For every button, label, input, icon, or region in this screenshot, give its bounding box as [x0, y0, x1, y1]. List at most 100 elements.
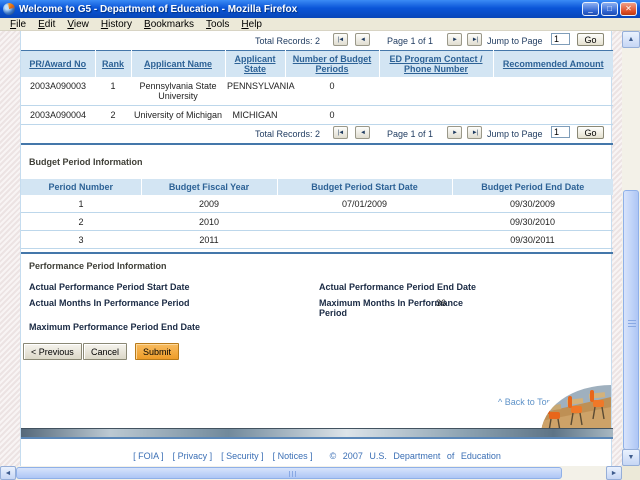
- cell-amount: [493, 106, 613, 125]
- cell-start: [277, 213, 452, 231]
- actual-months-label: Actual Months In Performance Period: [29, 298, 190, 308]
- col-period-number: Period Number: [21, 179, 141, 195]
- scroll-left-arrow-icon[interactable]: ◄: [0, 466, 16, 480]
- jump-to-page-input[interactable]: [551, 33, 570, 45]
- jump-to-page-label: Jump to Page: [487, 129, 543, 139]
- menu-history[interactable]: History: [95, 19, 138, 30]
- col-applicant-name[interactable]: Applicant Name: [131, 51, 225, 78]
- horizontal-scrollbar[interactable]: ◄ ►: [0, 466, 622, 480]
- first-page-button[interactable]: |◄: [333, 126, 348, 139]
- col-start-date: Budget Period Start Date: [277, 179, 452, 195]
- window-controls: _ □ ✕: [582, 2, 637, 16]
- go-button[interactable]: Go: [577, 126, 604, 139]
- first-page-button[interactable]: |◄: [333, 33, 348, 46]
- cell-periods: 0: [285, 77, 379, 106]
- menu-edit[interactable]: Edit: [32, 19, 61, 30]
- cell-year: 2009: [141, 195, 277, 213]
- scroll-down-arrow-icon[interactable]: ▼: [622, 449, 640, 466]
- submit-button[interactable]: Submit: [135, 343, 179, 360]
- col-rank[interactable]: Rank: [95, 51, 131, 78]
- cell-pr-award: 2003A090004: [21, 106, 95, 125]
- actual-end-date-label: Actual Performance Period End Date: [319, 282, 476, 292]
- horizontal-scroll-thumb[interactable]: [16, 467, 562, 479]
- col-pr-award-no[interactable]: PR/Award No: [21, 51, 95, 78]
- col-ed-contact[interactable]: ED Program Contact / Phone Number: [379, 51, 493, 78]
- cell-end: 09/30/2009: [452, 195, 613, 213]
- menu-file[interactable]: File: [4, 19, 32, 30]
- cell-end: 09/30/2010: [452, 213, 613, 231]
- cell-period: 3: [21, 231, 141, 249]
- previous-page-button[interactable]: ◄: [355, 33, 370, 46]
- vertical-scrollbar[interactable]: ▲ ▼: [622, 31, 640, 466]
- cell-state: MICHIGAN: [225, 106, 285, 125]
- menu-tools[interactable]: Tools: [200, 19, 235, 30]
- cell-start: 07/01/2009: [277, 195, 452, 213]
- table-row: 2 2010 09/30/2010: [21, 213, 613, 231]
- jump-to-page-input[interactable]: [551, 126, 570, 138]
- previous-button[interactable]: < Previous: [23, 343, 82, 360]
- cell-year: 2010: [141, 213, 277, 231]
- cell-periods: 0: [285, 106, 379, 125]
- menu-bar: File Edit View History Bookmarks Tools H…: [0, 18, 640, 31]
- col-fiscal-year: Budget Fiscal Year: [141, 179, 277, 195]
- cell-amount: [493, 77, 613, 106]
- jump-to-page-label: Jump to Page: [487, 36, 543, 46]
- cell-year: 2011: [141, 231, 277, 249]
- budget-section-title: Budget Period Information: [29, 157, 143, 167]
- footer-link-notices[interactable]: [ Notices ]: [273, 451, 313, 461]
- cell-end: 09/30/2011: [452, 231, 613, 249]
- menu-bookmarks[interactable]: Bookmarks: [138, 19, 200, 30]
- total-records-label: Total Records: 2: [255, 129, 320, 139]
- previous-page-button[interactable]: ◄: [355, 126, 370, 139]
- next-page-button[interactable]: ►: [447, 33, 462, 46]
- footer-link-foia[interactable]: [ FOIA ]: [133, 451, 164, 461]
- vertical-scroll-thumb[interactable]: [623, 190, 639, 450]
- cell-state: PENNSYLVANIA: [225, 77, 285, 106]
- last-page-button[interactable]: ►|: [467, 33, 482, 46]
- cell-rank: 2: [95, 106, 131, 125]
- cell-name: University of Michigan: [131, 106, 225, 125]
- col-end-date: Budget Period End Date: [452, 179, 613, 195]
- decorative-wave-bar: [21, 428, 613, 439]
- page-content: Total Records: 2 |◄ ◄ Page 1 of 1 ► ►| J…: [20, 31, 612, 466]
- col-budget-periods[interactable]: Number of Budget Periods: [285, 51, 379, 78]
- cell-pr-award: 2003A090003: [21, 77, 95, 106]
- col-recommended-amount[interactable]: Recommended Amount: [493, 51, 613, 78]
- page-viewport: Total Records: 2 |◄ ◄ Page 1 of 1 ► ►| J…: [0, 31, 622, 466]
- back-to-top-link[interactable]: ^ Back to Top: [498, 397, 552, 407]
- cell-period: 2: [21, 213, 141, 231]
- applicants-table: PR/Award No Rank Applicant Name Applican…: [21, 50, 613, 125]
- cell-period: 1: [21, 195, 141, 213]
- scroll-up-arrow-icon[interactable]: ▲: [622, 31, 640, 48]
- scrollbar-corner: [622, 466, 640, 480]
- footer-link-security[interactable]: [ Security ]: [221, 451, 264, 461]
- window-title: Welcome to G5 - Department of Education …: [19, 4, 582, 15]
- close-button[interactable]: ✕: [620, 2, 637, 16]
- applicants-header-row: PR/Award No Rank Applicant Name Applican…: [21, 51, 613, 78]
- table-row: 1 2009 07/01/2009 09/30/2009: [21, 195, 613, 213]
- scroll-right-arrow-icon[interactable]: ►: [606, 466, 622, 480]
- performance-section-title: Performance Period Information: [29, 261, 167, 271]
- go-button[interactable]: Go: [577, 33, 604, 46]
- max-end-date-label: Maximum Performance Period End Date: [29, 322, 200, 332]
- maximize-button[interactable]: □: [601, 2, 618, 16]
- cell-name: Pennsylvania State University: [131, 77, 225, 106]
- menu-view[interactable]: View: [61, 19, 95, 30]
- max-months-label: Maximum Months In Performance Period: [319, 298, 487, 318]
- col-applicant-state[interactable]: Applicant State: [225, 51, 285, 78]
- firefox-icon: [3, 3, 15, 15]
- page-indicator: Page 1 of 1: [387, 36, 433, 46]
- last-page-button[interactable]: ►|: [467, 126, 482, 139]
- copyright-text: © 2007 U.S. Department of Education: [330, 451, 501, 461]
- section-divider: [21, 252, 613, 254]
- table-row: 3 2011 09/30/2011: [21, 231, 613, 249]
- cancel-button[interactable]: Cancel: [83, 343, 127, 360]
- footer-link-privacy[interactable]: [ Privacy ]: [173, 451, 213, 461]
- minimize-button[interactable]: _: [582, 2, 599, 16]
- budget-header-row: Period Number Budget Fiscal Year Budget …: [21, 179, 613, 195]
- next-page-button[interactable]: ►: [447, 126, 462, 139]
- menu-help[interactable]: Help: [235, 19, 268, 30]
- cell-rank: 1: [95, 77, 131, 106]
- title-bar: Welcome to G5 - Department of Education …: [0, 0, 640, 18]
- cell-contact: [379, 106, 493, 125]
